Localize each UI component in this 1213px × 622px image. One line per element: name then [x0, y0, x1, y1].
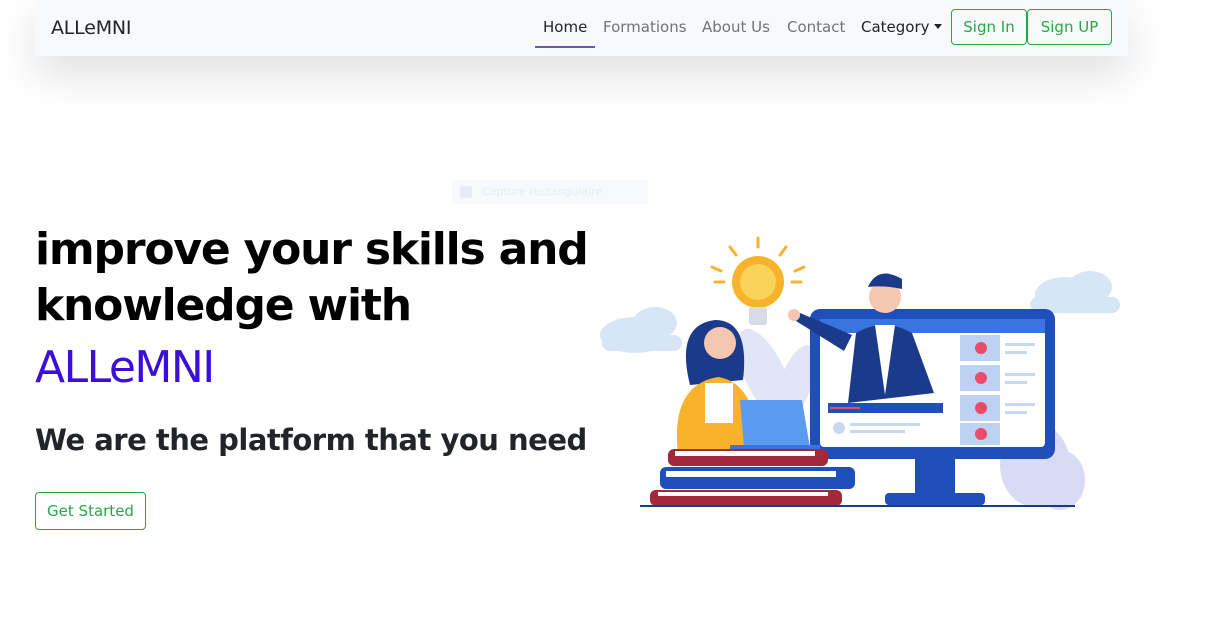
nav-link-home[interactable]: Home — [543, 18, 587, 36]
hero-title-line-2: knowledge with — [35, 280, 412, 331]
active-nav-indicator — [535, 46, 595, 48]
navbar: ALLeMNI Home Formations About Us Contact… — [35, 0, 1128, 56]
capture-icon — [460, 186, 472, 198]
get-started-button[interactable]: Get Started — [35, 492, 146, 530]
cloud-left-icon — [600, 307, 682, 353]
cloud-right-icon — [1030, 271, 1120, 313]
nav-link-formations[interactable]: Formations — [603, 18, 687, 36]
brand-logo[interactable]: ALLeMNI — [51, 17, 132, 39]
category-dropdown[interactable]: Category — [861, 18, 942, 36]
hero-title: improve your skills and knowledge with — [35, 222, 595, 334]
nav-link-about-us[interactable]: About Us — [702, 18, 770, 36]
sign-up-button[interactable]: Sign UP — [1027, 9, 1112, 45]
hero-subtitle: We are the platform that you need — [35, 423, 587, 457]
category-label: Category — [861, 18, 930, 36]
nav-link-contact[interactable]: Contact — [787, 18, 845, 36]
hero-title-line-1: improve your skills and — [35, 224, 589, 275]
caret-down-icon — [933, 24, 942, 29]
overlay-text: Capture rectangulaire — [482, 185, 603, 198]
hero-brand-name: ALLeMNI — [35, 342, 215, 393]
faint-capture-overlay: Capture rectangulaire — [452, 180, 648, 204]
books-stack-icon — [650, 449, 855, 506]
e-learning-illustration — [600, 236, 1120, 510]
sign-in-button[interactable]: Sign In — [951, 9, 1027, 45]
